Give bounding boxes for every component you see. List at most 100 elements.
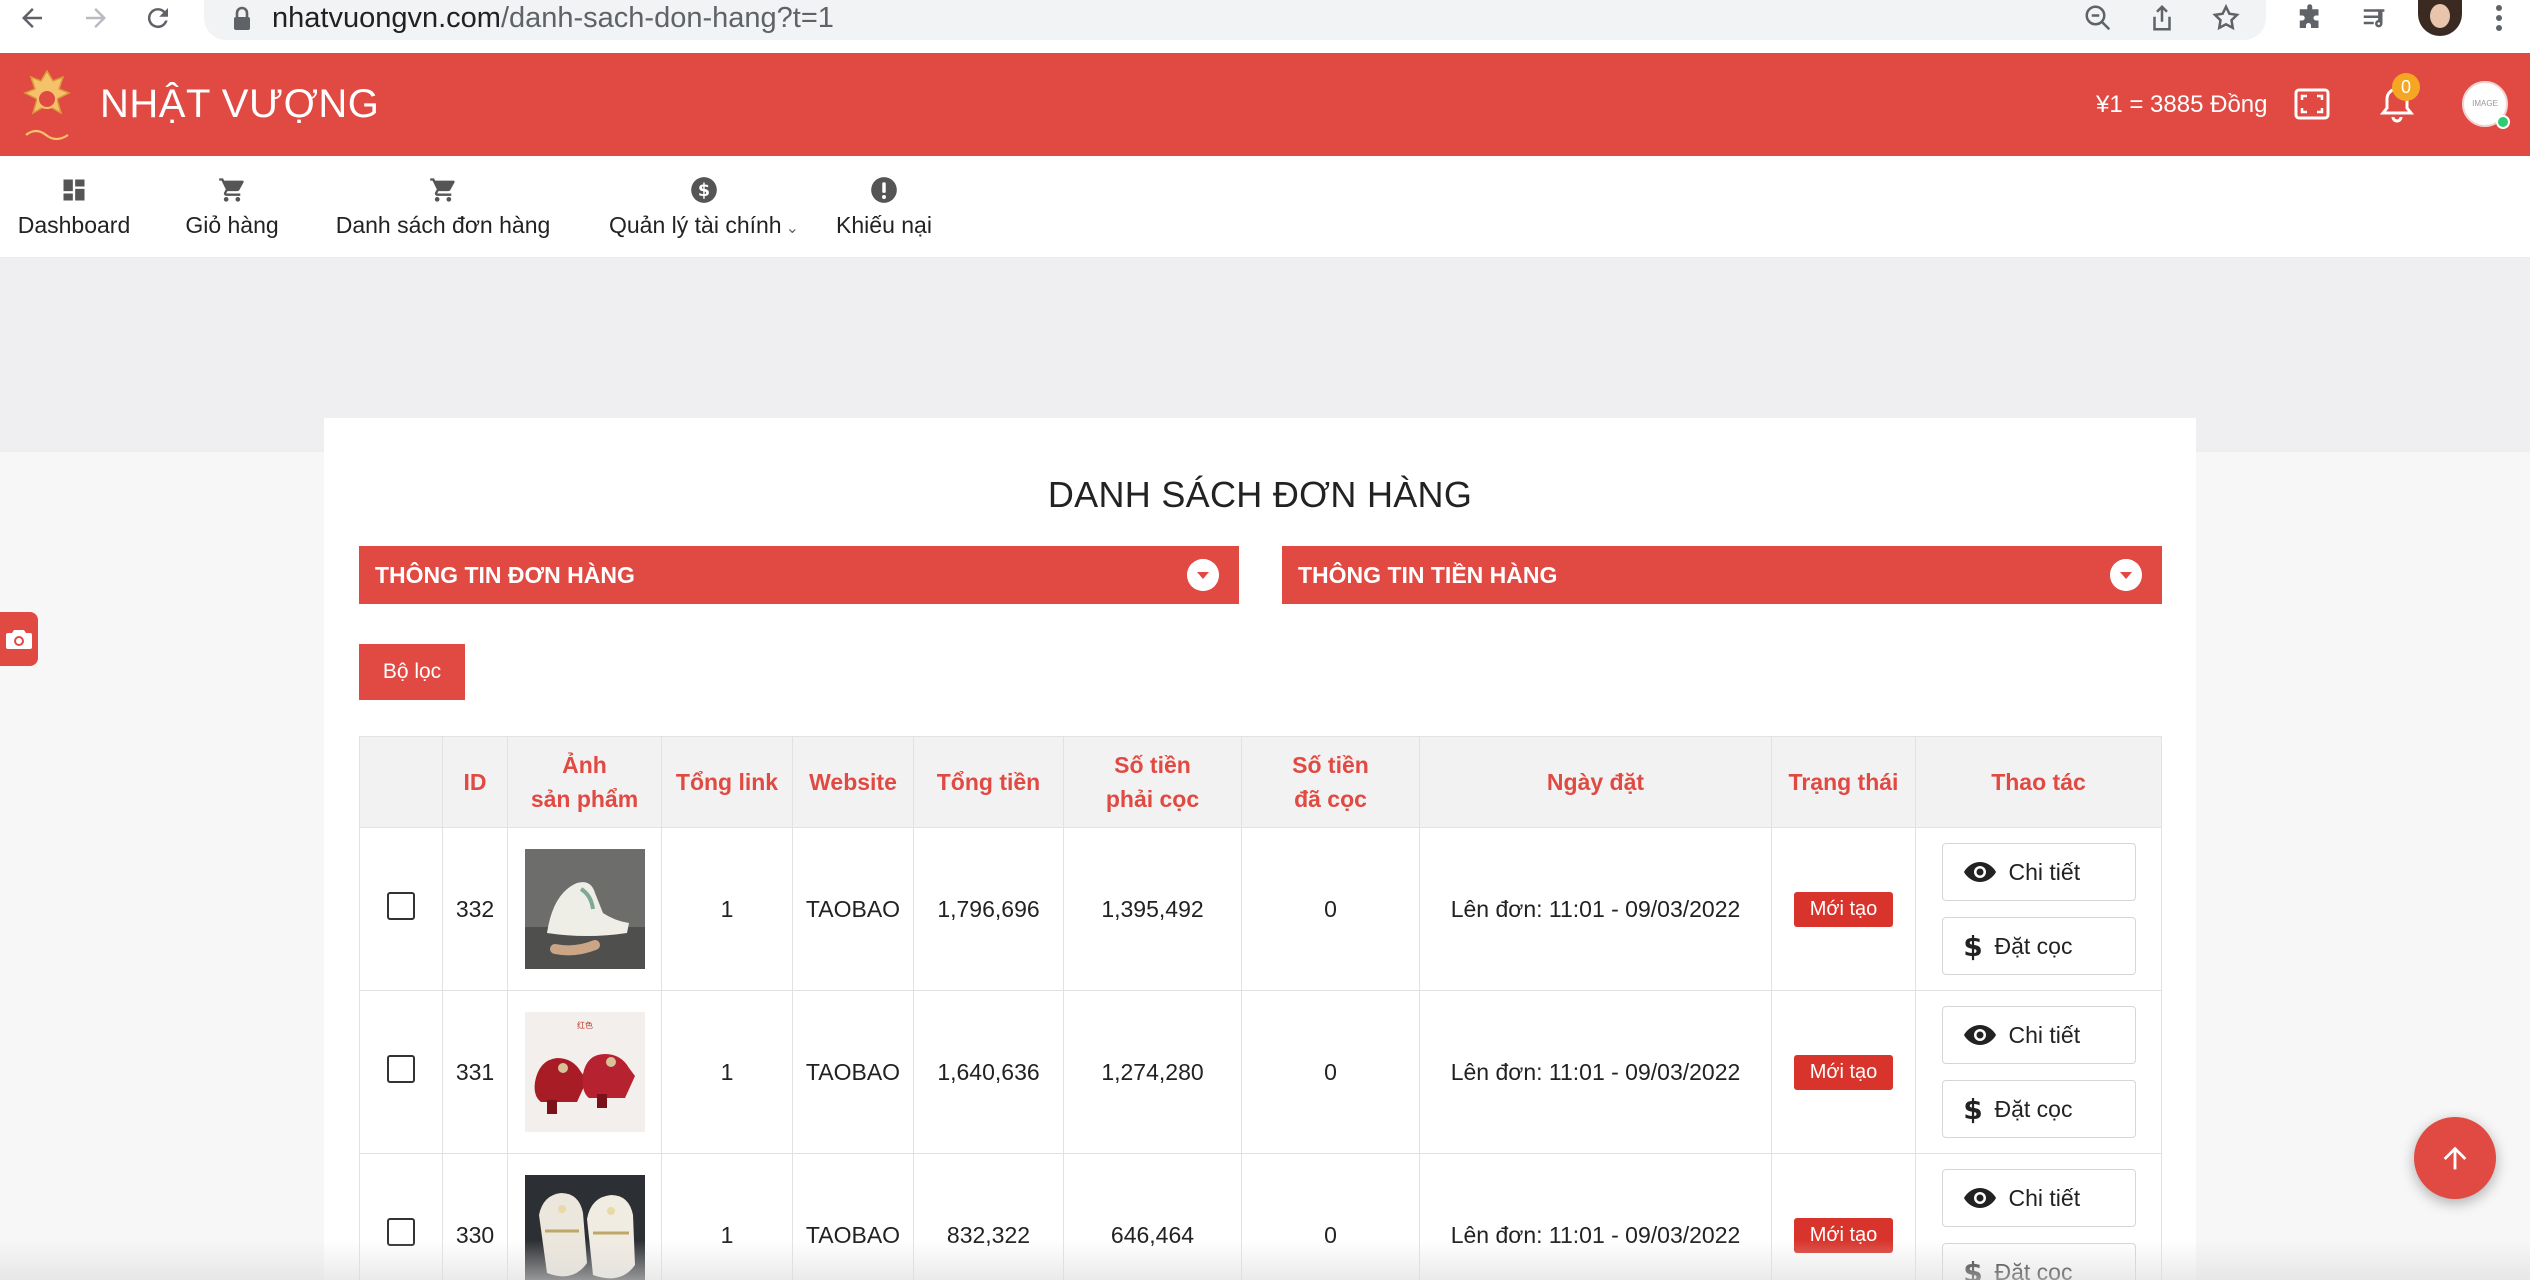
chevron-down-circle-icon[interactable] [2110,559,2142,591]
more-vert-icon [2496,5,2502,31]
product-thumbnail-shoe[interactable] [524,849,645,969]
reading-list-button[interactable] [2350,0,2400,36]
panel-title: THÔNG TIN ĐƠN HÀNG [375,562,635,588]
online-status-dot [2496,115,2510,129]
header-select [359,736,443,828]
exchange-rate: ¥1 = 3885 Đồng [2096,91,2268,118]
order-date: Lên đơn: 11:01 - 09/03/2022 [1419,990,1772,1154]
brand-logo-icon[interactable] [14,65,80,145]
header-website: Website [792,736,914,828]
actions-cell: Chi tiết $ Đặt cọc [1915,990,2162,1154]
header-deposit-paid-line1: Số tiền [1292,752,1369,778]
scroll-to-top-button[interactable] [2414,1117,2496,1199]
table-row: 332 1 TAOBAO 1,796,696 1,395,492 0 Lên đ… [359,827,2162,991]
cart-icon [430,177,455,202]
nav-item-order-list[interactable]: Danh sách đơn hàng [334,156,552,258]
panel-order-info[interactable]: THÔNG TIN ĐƠN HÀNG [359,546,1239,604]
website: TAOBAO [792,827,914,991]
deposit-button[interactable]: $ Đặt cọc [1941,1080,2136,1138]
header-deposit-required-line2: phải cọc [1105,786,1200,812]
dashboard-icon [63,179,85,200]
chevron-down-icon: ⌄ [785,219,799,237]
nav-item-finance[interactable]: $ Quản lý tài chính ⌄ [604,156,804,258]
bookmark-button[interactable] [2194,0,2258,36]
detail-button[interactable]: Chi tiết [1941,1169,2136,1227]
status-badge: Mới tạo [1793,1217,1894,1253]
dollar-icon: $ [1963,931,1982,961]
address-bar-actions [2066,0,2258,36]
product-image-cell [507,827,662,991]
back-button[interactable] [10,0,54,36]
url-path: /danh-sach-don-hang?t=1 [500,2,834,34]
order-id: 331 [442,990,508,1154]
nav-item-complaints[interactable]: Khiếu nại [832,156,936,258]
notification-count-badge: 0 [2392,73,2420,101]
nav-label: Dashboard [17,211,131,238]
zoom-button[interactable] [2066,0,2130,36]
total-amount: 1,640,636 [913,990,1064,1154]
detail-label: Chi tiết [2008,1184,2081,1211]
header-deposit-required: Số tiền phải cọc [1063,736,1242,828]
svg-text:$: $ [1963,1094,1982,1124]
extensions-button[interactable] [2286,0,2336,36]
header-actions: Thao tác [1915,736,2162,828]
panel-money-info[interactable]: THÔNG TIN TIỀN HÀNG [1282,546,2162,604]
nav-label: Quản lý tài chính ⌄ [609,212,799,239]
arrow-up-icon [2443,1146,2467,1170]
total-amount: 1,796,696 [913,827,1064,991]
header-status: Trạng thái [1771,736,1916,828]
deposit-button[interactable]: $ Đặt cọc [1941,917,2136,975]
dollar-icon: $ [1963,1257,1982,1280]
eye-icon [1963,1188,1996,1208]
browser-menu-button[interactable] [2484,0,2514,36]
fullscreen-icon[interactable] [2294,88,2330,120]
product-image-cell [507,1153,662,1280]
url-text: nhatvuongvn.com/danh-sach-don-hang?t=1 [272,0,834,36]
lock-icon [234,6,250,30]
product-thumbnail-flat-shoe[interactable] [524,1175,645,1280]
status-badge: Mới tạo [1793,1054,1894,1090]
svg-text:$: $ [698,180,710,200]
detail-button[interactable]: Chi tiết [1941,843,2136,901]
status-cell: Mới tạo [1771,827,1916,991]
status-cell: Mới tạo [1771,990,1916,1154]
header-image-line2: sản phẩm [530,786,639,812]
screenshot-feedback-button[interactable] [0,612,38,666]
detail-button[interactable]: Chi tiết [1941,1006,2136,1064]
row-checkbox[interactable] [387,1055,415,1083]
select-cell [359,827,443,991]
deposit-paid: 0 [1241,1153,1420,1280]
filter-button[interactable]: Bộ lọc [359,644,465,700]
forward-button[interactable] [74,0,118,36]
row-checkbox[interactable] [387,1218,415,1246]
browser-profile-avatar[interactable] [2418,0,2462,36]
deposit-required: 646,464 [1063,1153,1242,1280]
total-links: 1 [661,827,793,991]
nav-item-dashboard[interactable]: Dashboard [16,156,132,258]
app-header: NHẬT VƯỢNG ¥1 = 3885 Đồng 0 IMAGE [0,53,2530,156]
panel-title: THÔNG TIN TIỀN HÀNG [1298,562,1558,588]
alert-circle-icon [871,176,897,203]
chevron-down-circle-icon[interactable] [1187,559,1219,591]
website: TAOBAO [792,990,914,1154]
header-total-links: Tổng link [661,736,793,828]
product-thumbnail-red-shoe[interactable]: 红色 [524,1012,645,1132]
url-domain: nhatvuongvn.com [272,2,501,34]
svg-text:$: $ [1963,931,1982,961]
row-checkbox[interactable] [387,892,415,920]
deposit-button[interactable]: $ Đặt cọc [1941,1243,2136,1280]
share-button[interactable] [2130,0,2194,36]
deposit-label: Đặt cọc [1994,1095,2073,1122]
nav-item-cart[interactable]: Giỏ hàng [182,156,282,258]
brand-name[interactable]: NHẬT VƯỢNG [100,53,379,156]
reload-button[interactable] [136,0,180,36]
order-list-card: DANH SÁCH ĐƠN HÀNG THÔNG TIN ĐƠN HÀNG TH… [324,418,2196,1280]
address-bar[interactable]: nhatvuongvn.com/danh-sach-don-hang?t=1 [204,0,2266,40]
total-amount: 832,322 [913,1153,1064,1280]
svg-text:$: $ [1963,1257,1982,1280]
svg-text:红色: 红色 [577,1020,593,1030]
eye-icon [1963,862,1996,882]
playlist-icon [2363,9,2385,28]
actions-cell: Chi tiết $ Đặt cọc [1915,827,2162,991]
deposit-label: Đặt cọc [1994,1258,2073,1280]
